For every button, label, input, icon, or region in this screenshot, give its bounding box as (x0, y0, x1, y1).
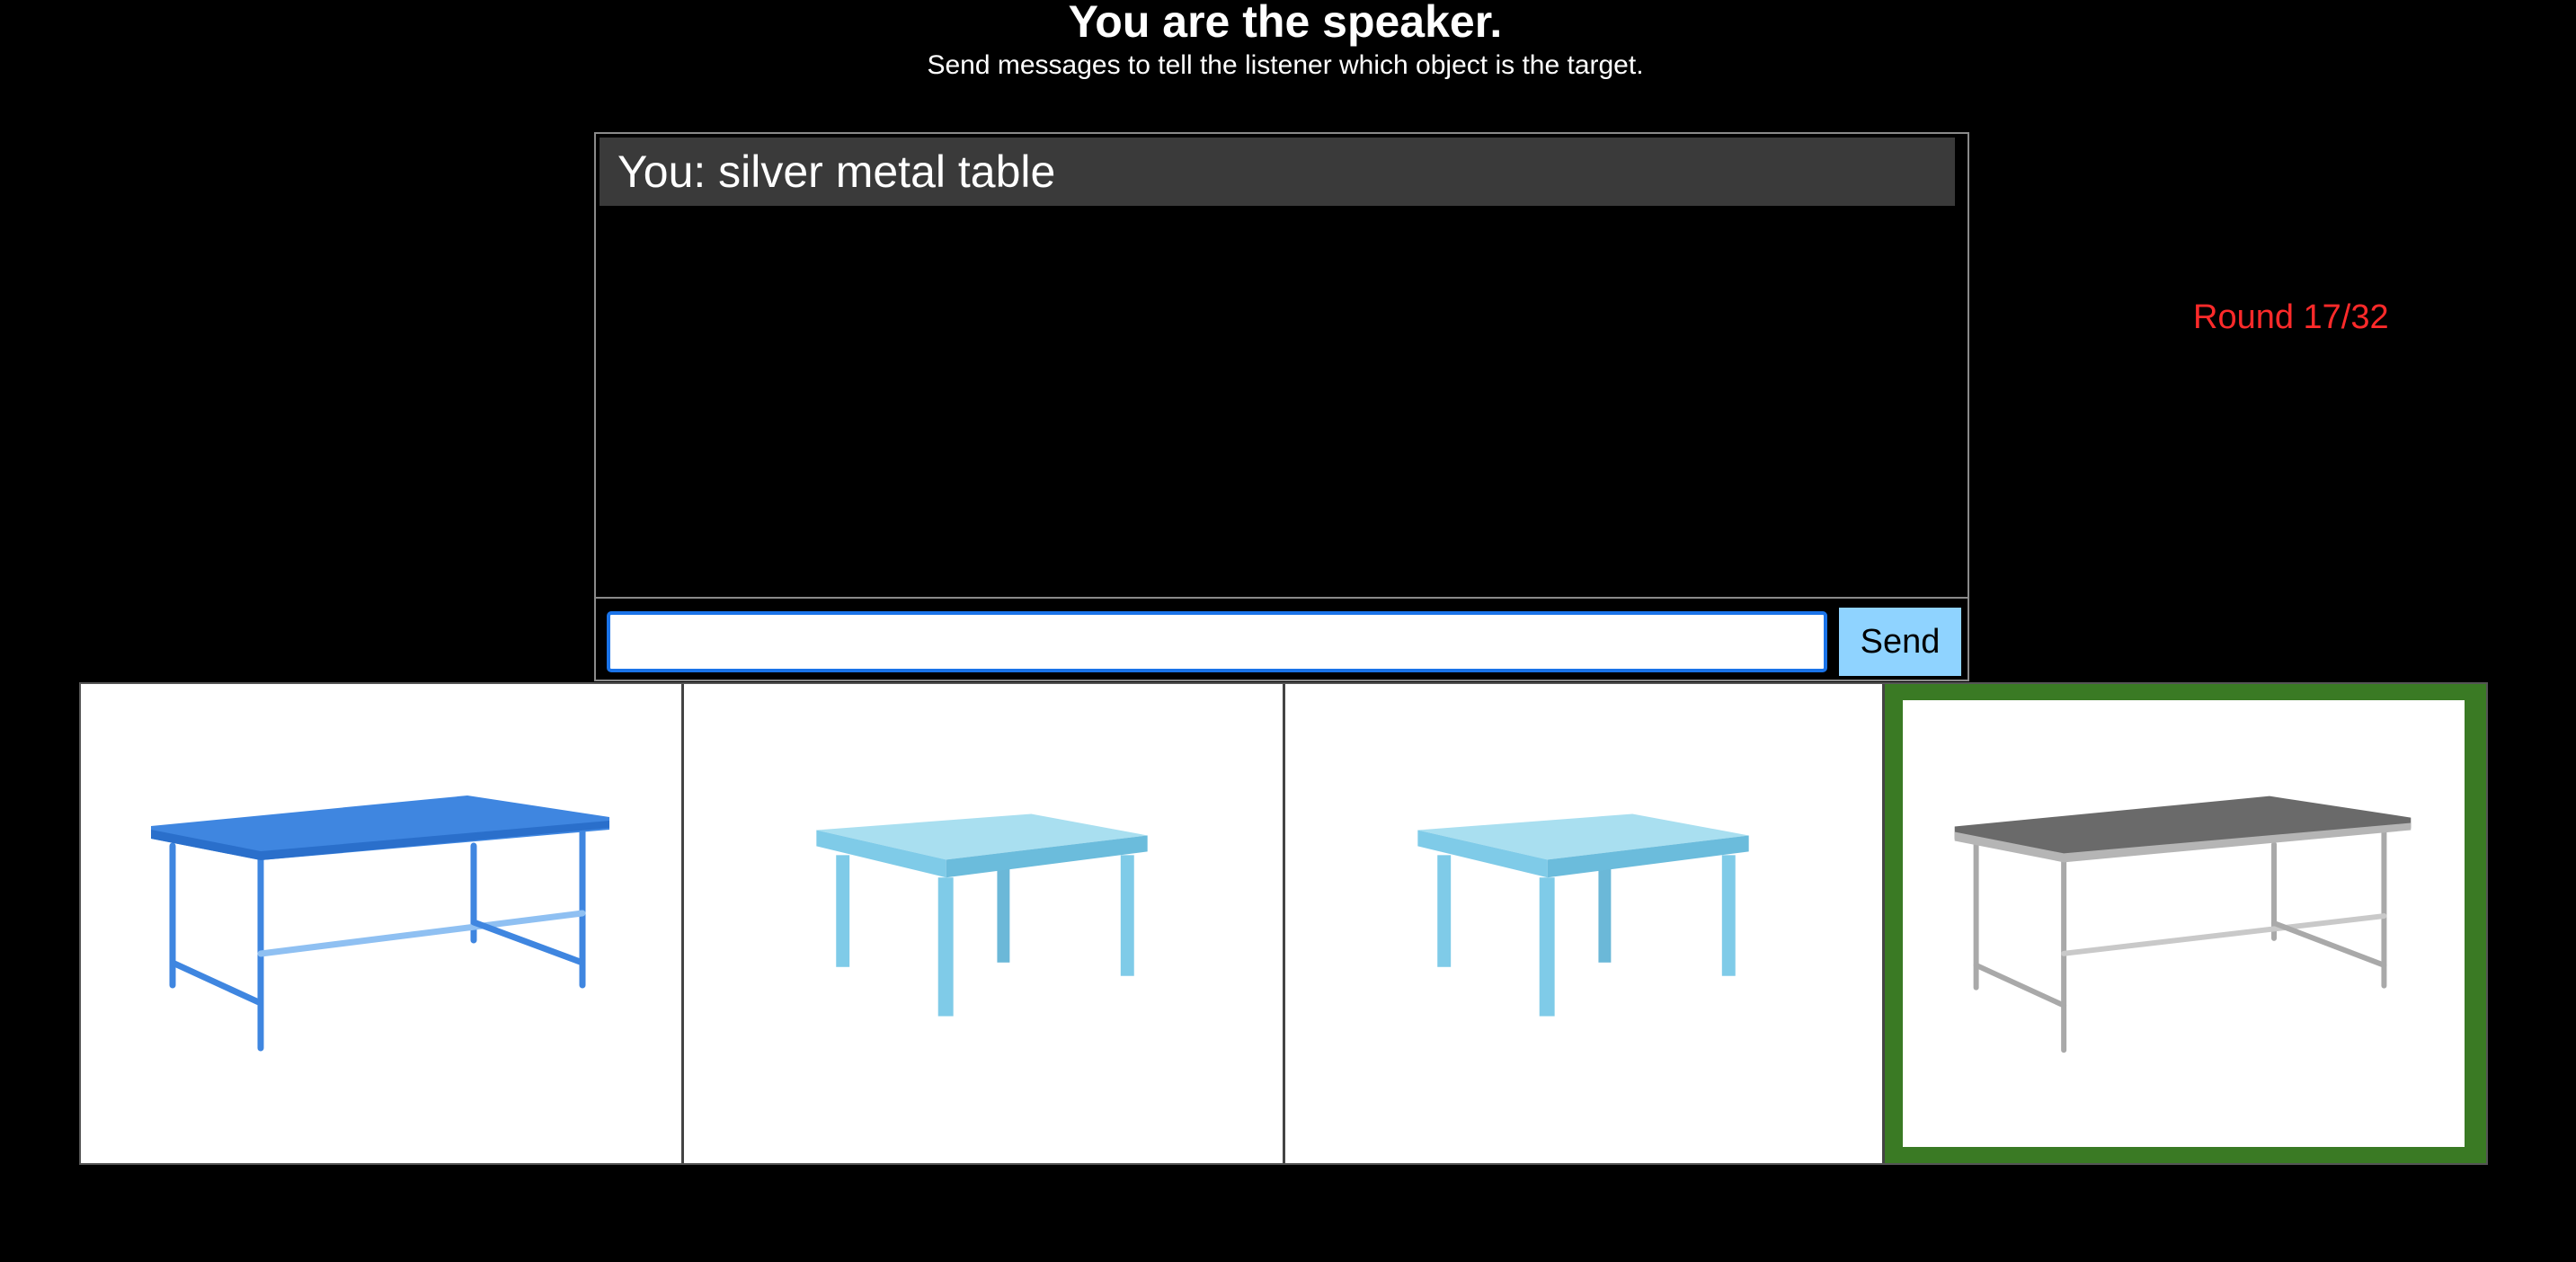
object-gallery (79, 682, 2488, 1165)
chat-message: You: silver metal table (600, 138, 1955, 206)
message-input[interactable] (607, 611, 1827, 672)
silver-metal-table-image (1954, 795, 2412, 1053)
object-card-2[interactable] (681, 684, 1283, 1163)
blue-metal-table-image (151, 795, 609, 1052)
light-blue-wooden-table-image (1417, 813, 1749, 1017)
send-button[interactable]: Send (1839, 608, 1961, 676)
message-composer: Send (594, 599, 1969, 681)
round-counter: Round 17/32 (2193, 298, 2389, 336)
speaker-page: You are the speaker. Send messages to te… (0, 0, 2576, 1262)
page-instructions: Send messages to tell the listener which… (927, 50, 1644, 80)
page-title: You are the speaker. (1068, 0, 1503, 47)
object-card-3[interactable] (1283, 684, 1882, 1163)
chat-log[interactable]: You: silver metal table (594, 132, 1969, 599)
light-blue-wooden-table-image (816, 813, 1148, 1017)
target-frame (1903, 700, 2465, 1147)
object-card-4-target[interactable] (1882, 684, 2486, 1163)
object-card-1[interactable] (81, 684, 681, 1163)
